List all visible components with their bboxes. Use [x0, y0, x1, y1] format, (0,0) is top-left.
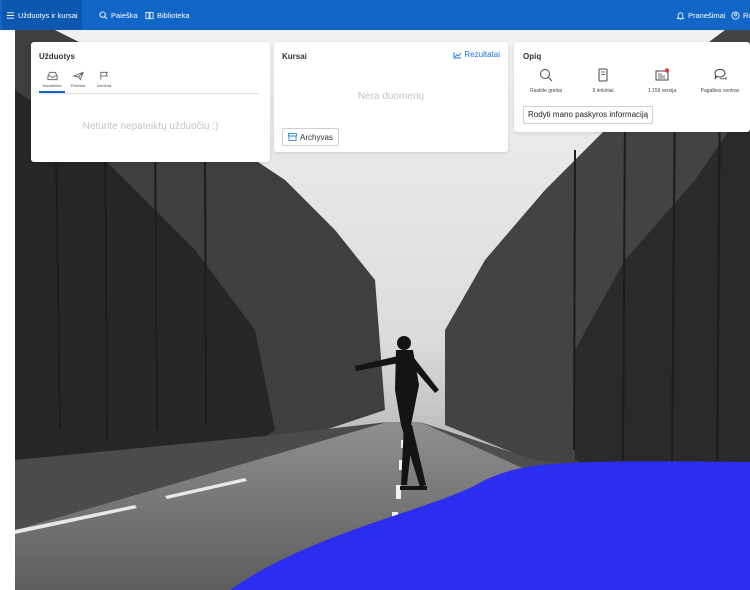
help-center-label: Pagalbos centras — [700, 88, 740, 94]
opiq-card-title: Opiq — [523, 52, 542, 61]
tasks-empty-message: Neturite nepateiktų užduočių :) — [82, 121, 219, 132]
collections-item[interactable]: 9 rinkiniai — [577, 68, 629, 94]
archive-icon — [288, 133, 297, 141]
collections-label: 9 rinkiniai — [592, 88, 614, 94]
results-link-label: Rezultatai — [464, 50, 500, 59]
nav-library-label: Biblioteka — [157, 10, 190, 20]
version-item[interactable]: 1.159 versija — [636, 68, 688, 94]
version-label: 1.159 versija — [647, 88, 677, 94]
tasks-card: Užduotys Nepateikta Pateikta Ivertinta N… — [31, 42, 270, 162]
opiq-card: Opiq Raskite greitai 9 rinkiniai 1.159 v… — [514, 42, 750, 132]
tab-graded-label: Ivertinta — [96, 83, 112, 88]
help-center-item[interactable]: Pagalbos centras — [694, 68, 746, 94]
results-link[interactable]: Rezultatai — [453, 50, 500, 59]
courses-empty-message: Nėra duomenų — [357, 91, 425, 102]
nav-notifications-label: Pranešimai — [688, 10, 726, 20]
nav-search-label: Paieška — [111, 10, 138, 20]
tab-submitted-label: Pateikta — [70, 83, 86, 88]
top-navigation-bar: Užduotys ir kursai Paieška Biblioteka Pr… — [0, 0, 750, 30]
book-icon — [598, 68, 608, 82]
nav-profile[interactable]: Ro — [731, 0, 750, 30]
tray-icon — [47, 71, 57, 81]
courses-card-title: Kursai — [282, 52, 307, 61]
archive-button-label: Archyvas — [300, 132, 333, 142]
nav-search[interactable]: Paieška — [99, 0, 138, 30]
show-account-info-button[interactable]: Rodyti mano paskyros informaciją — [523, 106, 654, 124]
flag-icon — [99, 71, 108, 80]
library-icon — [145, 11, 154, 19]
task-status-tabs: Nepateikta Pateikta Ivertinta — [39, 68, 259, 94]
list-icon — [6, 11, 15, 19]
chart-icon — [453, 51, 462, 58]
nav-tasks-label: Užduotys ir kursai — [18, 10, 78, 20]
quick-find-item[interactable]: Raskite greitai — [520, 68, 572, 94]
tab-not-submitted[interactable]: Nepateikta — [39, 68, 65, 93]
user-icon — [731, 10, 740, 20]
nav-tasks-and-courses[interactable]: Užduotys ir kursai — [2, 0, 82, 30]
nav-profile-label: Ro — [743, 10, 750, 20]
chat-icon — [714, 68, 727, 80]
tasks-card-title: Užduotys — [39, 52, 75, 61]
tab-submitted[interactable]: Pateikta — [65, 68, 91, 93]
nav-library[interactable]: Biblioteka — [145, 0, 190, 30]
bell-icon — [676, 11, 685, 20]
search-icon — [99, 10, 108, 19]
paper-plane-icon — [72, 71, 84, 81]
quick-find-label: Raskite greitai — [530, 88, 562, 94]
tab-not-submitted-label: Nepateikta — [42, 83, 62, 88]
news-icon — [655, 68, 669, 81]
nav-notifications[interactable]: Pranešimai — [676, 0, 726, 30]
tab-graded[interactable]: Ivertinta — [91, 68, 117, 93]
archive-button[interactable]: Archyvas — [282, 128, 339, 146]
courses-card: Kursai Rezultatai Nėra duomenų Archyvas — [274, 42, 508, 152]
search-icon — [540, 69, 553, 82]
